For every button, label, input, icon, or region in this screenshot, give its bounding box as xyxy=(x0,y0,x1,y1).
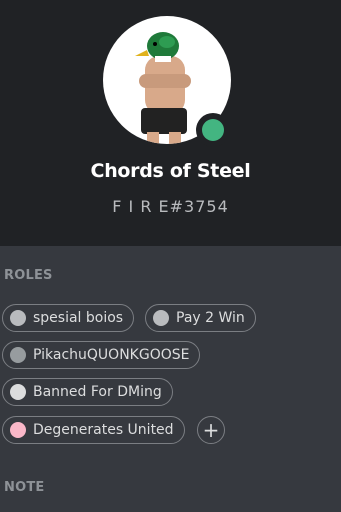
add-role-button[interactable]: + xyxy=(197,416,225,444)
role-name: PikachuQUONKGOOSE xyxy=(33,347,190,363)
role-name: Banned For DMing xyxy=(33,384,162,400)
online-status-icon xyxy=(202,119,224,141)
role-name: spesial boios xyxy=(33,310,124,326)
plus-icon: + xyxy=(202,418,220,442)
role-color-dot xyxy=(10,384,26,400)
avatar[interactable] xyxy=(103,16,231,147)
role-color-dot xyxy=(10,422,26,438)
role-color-dot xyxy=(10,347,26,363)
role-name: Degenerates United xyxy=(33,422,174,438)
profile-header: Chords of Steel F I R E#3754 xyxy=(0,0,341,246)
role-pill[interactable]: spesial boios xyxy=(2,304,135,332)
roles-section-label: ROLES xyxy=(4,268,53,283)
role-pill[interactable]: Pay 2 Win xyxy=(145,304,256,332)
user-tag: F I R E#3754 xyxy=(112,197,229,216)
role-pill[interactable]: Banned For DMing xyxy=(2,378,173,406)
status-indicator xyxy=(196,113,230,147)
role-pill[interactable]: Degenerates United xyxy=(2,416,185,444)
role-pill[interactable]: PikachuQUONKGOOSE xyxy=(2,341,201,369)
role-color-dot xyxy=(153,310,169,326)
note-section-label: NOTE xyxy=(4,480,45,495)
role-color-dot xyxy=(10,310,26,326)
username: Chords of Steel xyxy=(90,160,251,182)
role-name: Pay 2 Win xyxy=(176,310,245,326)
